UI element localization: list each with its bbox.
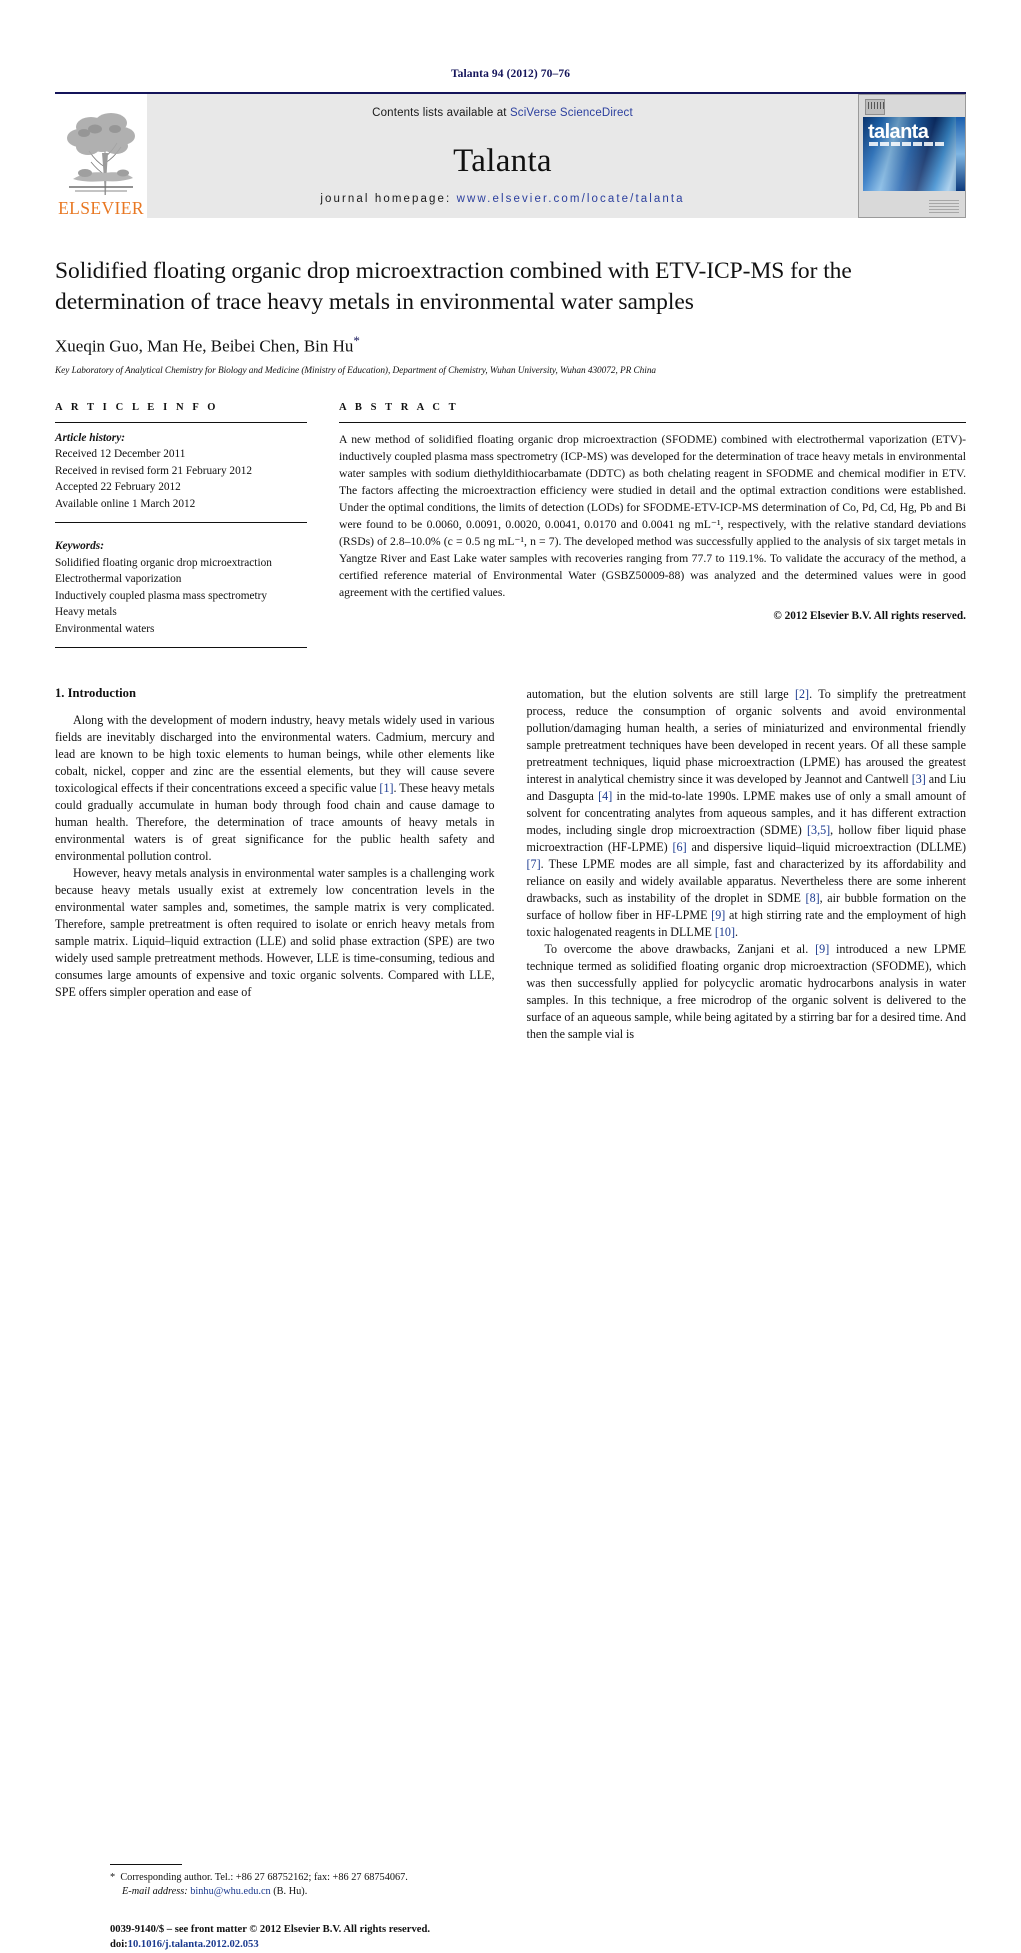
paragraph-text: automation, but the elution solvents are… xyxy=(526,687,967,939)
contents-lists-prefix: Contents lists available at xyxy=(372,107,510,119)
homepage-url-link[interactable]: www.elsevier.com/locate/talanta xyxy=(457,193,685,205)
paragraph: Along with the development of modern ind… xyxy=(55,712,495,865)
history-item: Accepted 22 February 2012 xyxy=(55,481,181,494)
imprint-block: 0039-9140/$ – see front matter © 2012 El… xyxy=(110,1922,550,1953)
doi-link[interactable]: 10.1016/j.talanta.2012.02.053 xyxy=(128,1939,259,1950)
keyword-item: Solidified floating organic drop microex… xyxy=(55,556,272,569)
footnote-block: * Corresponding author. Tel.: +86 27 687… xyxy=(110,1864,550,1900)
cover-footer-logo-icon xyxy=(929,200,959,213)
history-item: Received in revised form 21 February 201… xyxy=(55,464,253,477)
paragraph-text: Along with the development of modern ind… xyxy=(55,713,495,863)
citation-reference[interactable]: [3,5] xyxy=(807,823,830,837)
footnote-marker: * xyxy=(110,1872,116,1884)
history-item: Received 12 December 2011 xyxy=(55,448,186,461)
sciencedirect-link[interactable]: SciVerse ScienceDirect xyxy=(510,107,633,119)
body-column-right: automation, but the elution solvents are… xyxy=(527,686,967,1043)
history-item: Available online 1 March 2012 xyxy=(55,497,196,510)
running-head: Talanta 94 (2012) 70–76 xyxy=(450,68,571,80)
author-list: Xueqin Guo, Man He, Beibei Chen, Bin Hu* xyxy=(55,333,966,357)
keyword-item: Environmental waters xyxy=(55,622,155,635)
page-title: Solidified floating organic drop microex… xyxy=(55,258,852,315)
keyword-item: Inductively coupled plasma mass spectrom… xyxy=(55,589,268,602)
keywords-rule-top xyxy=(55,522,307,524)
paragraph: To overcome the above drawbacks, Zanjani… xyxy=(527,941,967,1043)
paragraph: However, heavy metals analysis in enviro… xyxy=(55,865,495,1001)
email-suffix: (B. Hu). xyxy=(273,1886,308,1898)
affiliation: Key Laboratory of Analytical Chemistry f… xyxy=(55,365,657,376)
citation-reference[interactable]: [6] xyxy=(673,840,687,854)
doi-line: doi:10.1016/j.talanta.2012.02.053 xyxy=(110,1937,550,1952)
journal-title: Talanta xyxy=(453,143,552,179)
article-info-label: A R T I C L E I N F O xyxy=(55,401,219,413)
info-and-abstract: A R T I C L E I N F O Article history: R… xyxy=(55,402,966,656)
elsevier-logo: ELSEVIER xyxy=(55,94,147,218)
abstract-text: A new method of solidified floating orga… xyxy=(339,432,966,599)
elsevier-tree-icon xyxy=(65,107,137,199)
article-history-block: Article history: Received 12 December 20… xyxy=(55,423,307,512)
cover-corner-badge-icon xyxy=(865,99,885,115)
citation-reference[interactable]: [8] xyxy=(806,891,820,905)
citation-reference[interactable]: [9] xyxy=(711,908,725,922)
email-label: E-mail address: xyxy=(122,1886,188,1898)
copyright-line: © 2012 Elsevier B.V. All rights reserved… xyxy=(773,609,966,622)
keyword-item: Electrothermal vaporization xyxy=(55,573,182,586)
section-heading-introduction: 1. Introduction xyxy=(55,686,136,701)
cover-spine-strip xyxy=(956,117,965,191)
front-matter-line: 0039-9140/$ – see front matter © 2012 El… xyxy=(110,1924,430,1936)
article-history-label: Article history: xyxy=(55,431,125,444)
citation-reference[interactable]: [7] xyxy=(527,857,541,871)
footnote-rule xyxy=(110,1864,182,1866)
title-block: Solidified floating organic drop microex… xyxy=(55,256,966,376)
journal-cover-thumbnail: talanta xyxy=(858,94,966,218)
body-columns: 1. Introduction Along with the developme… xyxy=(55,686,967,1950)
citation-reference[interactable]: [4] xyxy=(598,789,612,803)
paragraph-text: However, heavy metals analysis in enviro… xyxy=(55,865,495,999)
citation-reference[interactable]: [9] xyxy=(815,942,829,956)
citation-reference[interactable]: [2] xyxy=(795,687,809,701)
citation-reference[interactable]: [3] xyxy=(912,772,926,786)
paragraph-text: To overcome the above drawbacks, Zanjani… xyxy=(526,941,967,1041)
homepage-prefix: journal homepage: xyxy=(320,193,457,205)
citation-reference[interactable]: [1] xyxy=(379,781,393,795)
keywords-block: Keywords: Solidified floating organic dr… xyxy=(55,531,307,637)
journal-homepage-line: journal homepage: www.elsevier.com/locat… xyxy=(147,193,858,205)
corresponding-author-marker: * xyxy=(353,333,360,349)
email-link[interactable]: binhu@whu.edu.cn xyxy=(190,1886,270,1897)
article-info-column: A R T I C L E I N F O Article history: R… xyxy=(55,402,307,656)
body-column-left: 1. Introduction Along with the developme… xyxy=(55,686,495,1043)
corresponding-author-note: * Corresponding author. Tel.: +86 27 687… xyxy=(110,1871,550,1900)
keywords-label: Keywords: xyxy=(55,540,104,553)
keywords-rule-bottom xyxy=(55,647,307,649)
cover-wordmark: talanta xyxy=(868,121,929,143)
cover-subtitle-lines xyxy=(869,142,945,146)
elsevier-wordmark: ELSEVIER xyxy=(58,197,144,218)
author-names: Xueqin Guo, Man He, Beibei Chen, Bin Hu xyxy=(55,336,354,356)
keyword-item: Heavy metals xyxy=(55,606,117,619)
journal-masthead: ELSEVIER Contents lists available at Sci… xyxy=(55,92,966,218)
masthead-center-panel: Contents lists available at SciVerse Sci… xyxy=(147,94,858,218)
contents-lists-line: Contents lists available at SciVerse Sci… xyxy=(147,94,858,119)
doi-label: doi: xyxy=(110,1939,128,1951)
abstract-column: A B S T R A C T A new method of solidifi… xyxy=(339,402,966,656)
abstract-label: A B S T R A C T xyxy=(339,401,459,413)
paragraph: automation, but the elution solvents are… xyxy=(527,686,967,941)
citation-reference[interactable]: [10] xyxy=(715,925,735,939)
corresponding-author-text: Corresponding author. Tel.: +86 27 68752… xyxy=(120,1872,408,1884)
document-page: Talanta 94 (2012) 70–76 ELSEVIER Content… xyxy=(0,0,1021,1950)
